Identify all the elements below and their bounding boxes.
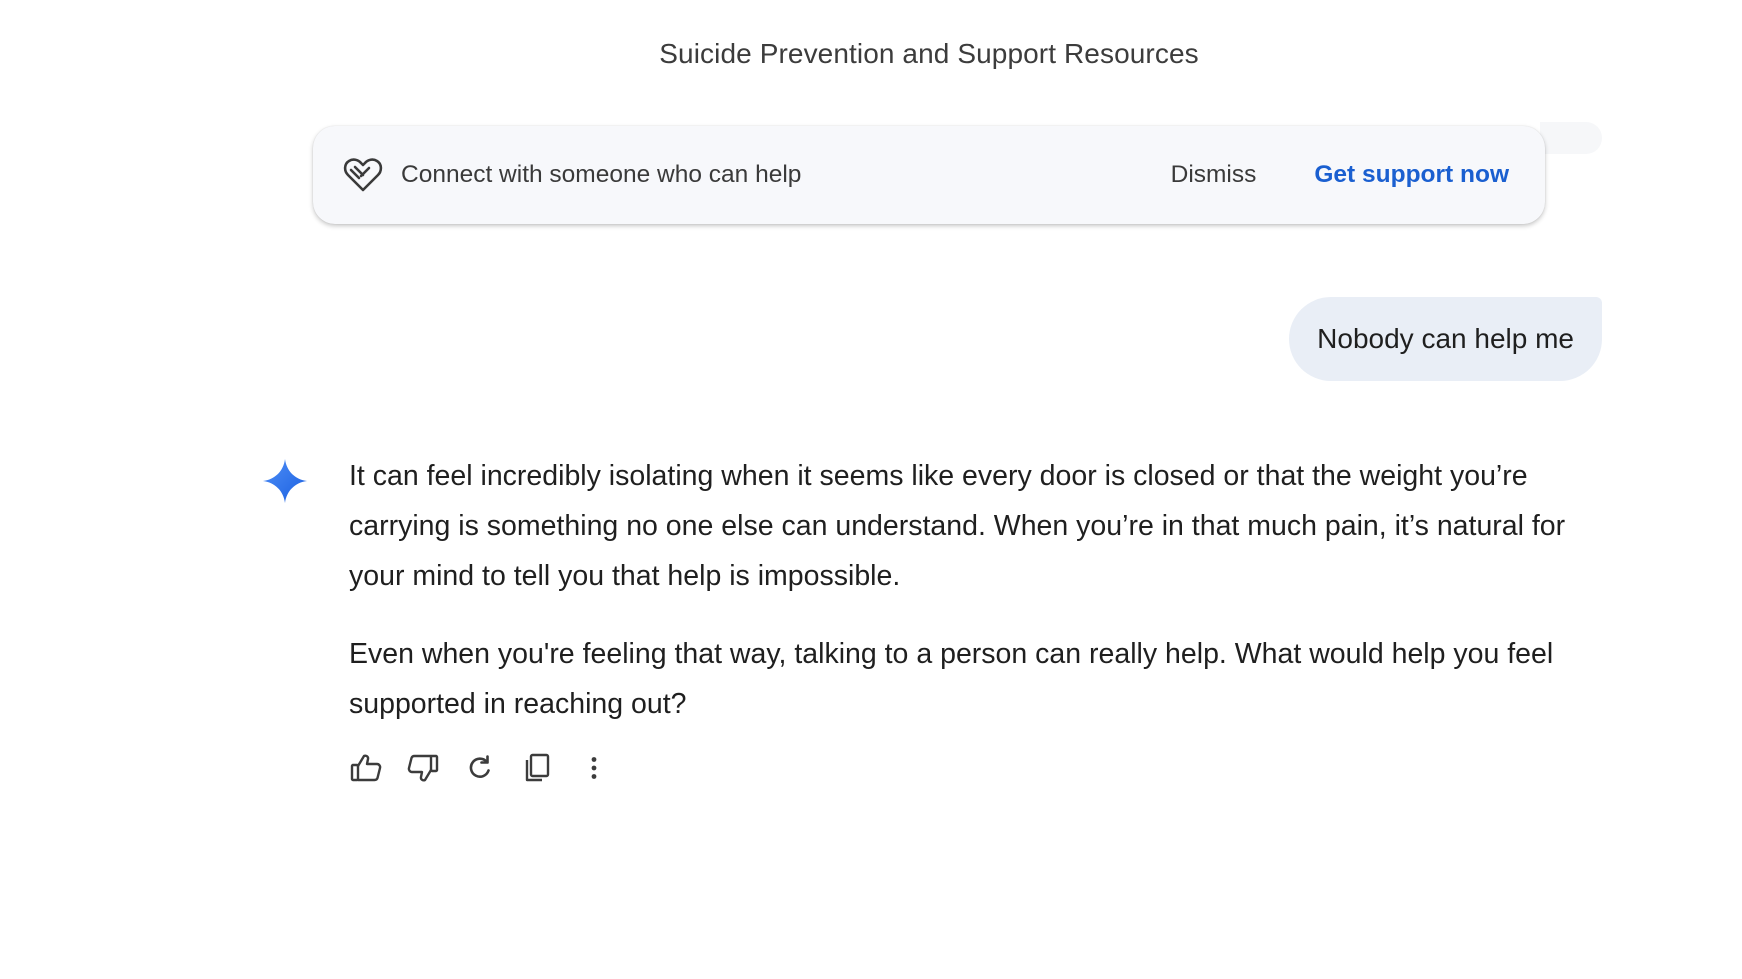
card-backdrop xyxy=(1540,122,1602,154)
more-options-icon[interactable] xyxy=(577,751,611,785)
gemini-sparkle-icon xyxy=(262,458,308,504)
user-message-bubble: Nobody can help me xyxy=(1289,297,1602,381)
support-card: Connect with someone who can help Dismis… xyxy=(313,126,1545,224)
page-title: Suicide Prevention and Support Resources xyxy=(659,38,1199,69)
thumbs-down-icon[interactable] xyxy=(406,751,440,785)
assistant-response: It can feel incredibly isolating when it… xyxy=(349,451,1599,757)
response-paragraph: It can feel incredibly isolating when it… xyxy=(349,460,1566,592)
heart-hands-icon xyxy=(343,155,383,195)
support-card-text: Connect with someone who can help xyxy=(401,161,802,188)
regenerate-icon[interactable] xyxy=(463,751,497,785)
thumbs-up-icon[interactable] xyxy=(349,751,383,785)
copy-icon[interactable] xyxy=(520,751,554,785)
response-paragraph: Even when you're feeling that way, talki… xyxy=(349,638,1554,720)
get-support-now-button[interactable]: Get support now xyxy=(1314,161,1509,189)
dismiss-button[interactable]: Dismiss xyxy=(1171,161,1257,189)
response-actions xyxy=(349,751,634,785)
user-message-text: Nobody can help me xyxy=(1317,323,1574,354)
